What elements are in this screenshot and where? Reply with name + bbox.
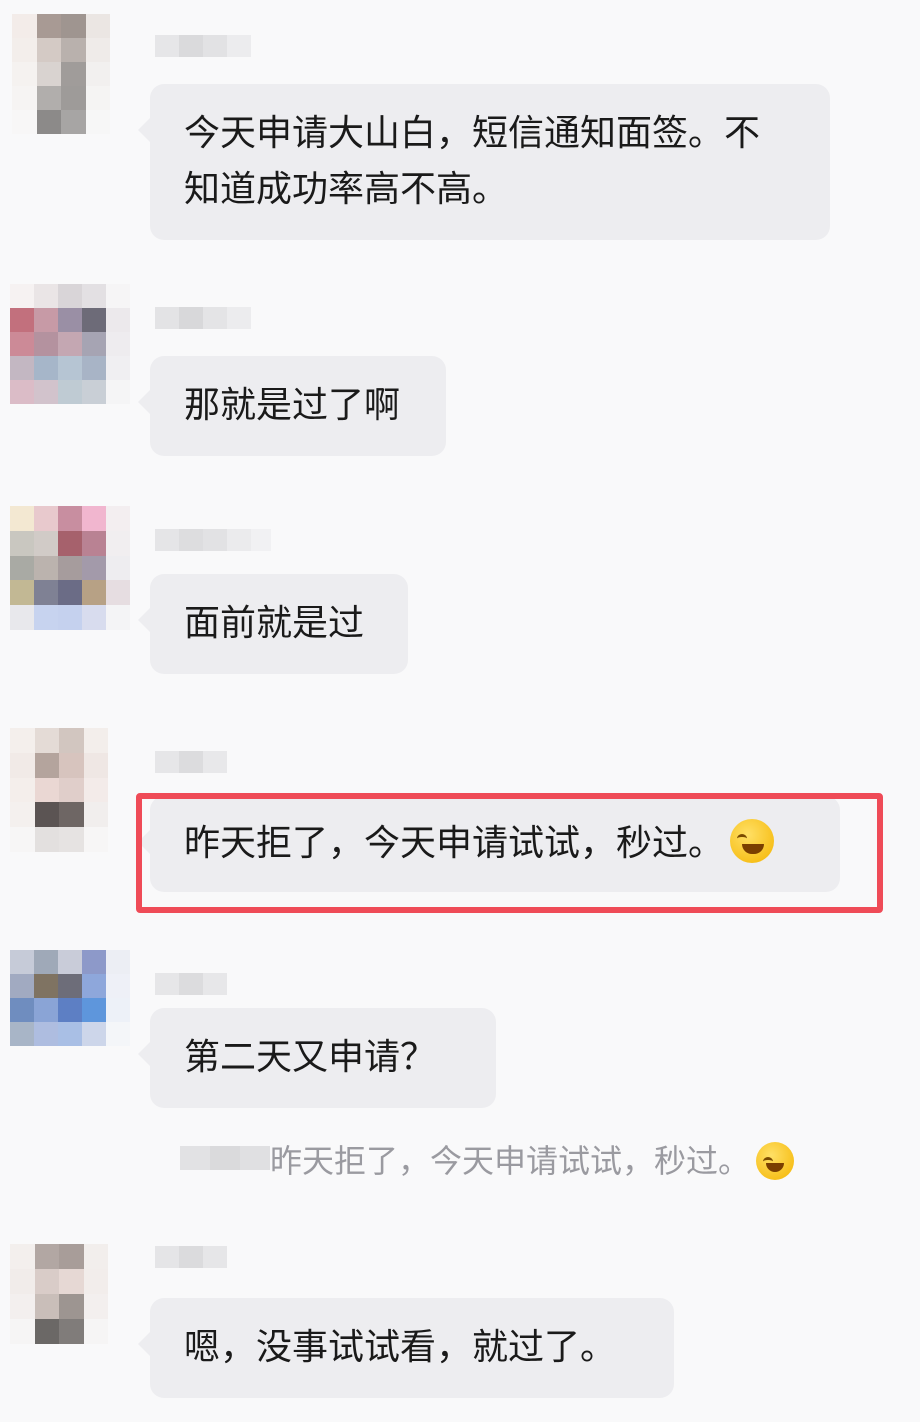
avatar[interactable] (10, 950, 130, 1046)
avatar[interactable] (10, 284, 130, 404)
avatar[interactable] (12, 14, 110, 134)
username-blurred (155, 35, 251, 57)
message-text: 第二天又申请？ (184, 1037, 437, 1078)
avatar[interactable] (10, 728, 108, 852)
username-blurred (155, 1246, 227, 1268)
message-bubble[interactable]: 今天申请大山白，短信通知面签。不 知道成功率高不高。 (138, 84, 830, 240)
message-text: 面前就是过 (184, 603, 365, 644)
username-blurred (155, 529, 271, 551)
message-bubble[interactable]: 第二天又申请？ (138, 1008, 496, 1108)
quoted-message[interactable]: 昨天拒了，今天申请试试，秒过。 (270, 1136, 795, 1182)
quoted-username-blurred (180, 1146, 270, 1170)
message-bubble[interactable]: 那就是过了啊 (138, 356, 446, 456)
message-text-line2: 知道成功率高不高。 (184, 169, 509, 210)
username-blurred (155, 973, 227, 995)
message-bubble[interactable]: 面前就是过 (138, 574, 408, 674)
highlight-box (136, 793, 883, 913)
username-blurred (155, 307, 251, 329)
avatar[interactable] (10, 1244, 108, 1344)
message-text: 那就是过了啊 (184, 385, 401, 426)
face-with-tears-of-joy-icon (756, 1142, 795, 1180)
avatar[interactable] (10, 506, 130, 630)
quoted-message-text: 昨天拒了，今天申请试试，秒过。 (270, 1142, 751, 1180)
message-bubble[interactable]: 嗯，没事试试看，就过了。 (138, 1298, 674, 1398)
message-text: 今天申请大山白，短信通知面签。不 (184, 113, 761, 154)
username-blurred (155, 751, 227, 773)
message-text: 嗯，没事试试看，就过了。 (184, 1327, 617, 1368)
